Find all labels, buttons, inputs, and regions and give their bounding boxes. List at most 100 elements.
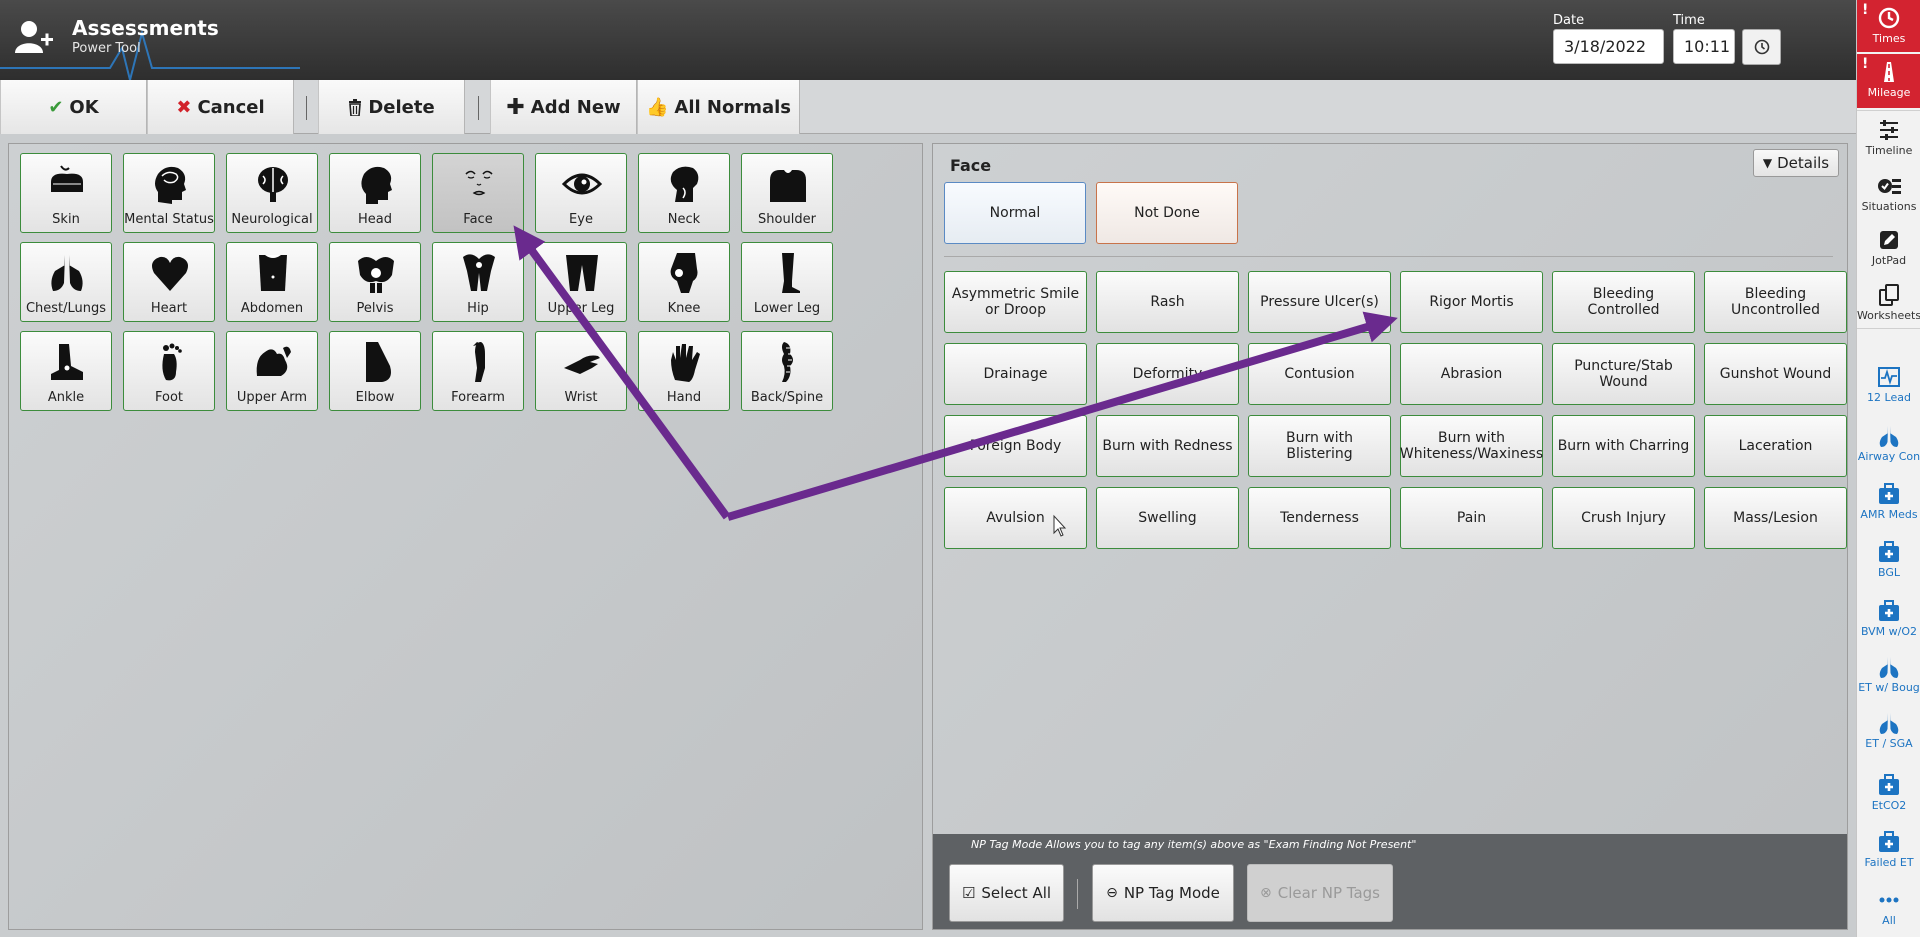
body-part-tile[interactable]: Shoulder [741, 153, 833, 233]
body-part-panel: Skin Mental Status Neurological Head Face Eye… [8, 143, 923, 930]
body-part-tile[interactable]: Knee [638, 242, 730, 322]
sidebar-item[interactable]: BGL [1857, 532, 1920, 584]
body-part-tile[interactable]: Forearm [432, 331, 524, 411]
body-part-tile[interactable]: Mental Status [123, 153, 215, 233]
body-part-label: Lower Leg [753, 301, 821, 316]
ankle-icon [51, 344, 83, 380]
body-part-tile[interactable]: Hip [432, 242, 524, 322]
sidebar-item[interactable]: JotPad [1857, 220, 1920, 272]
finding-button[interactable]: Bleeding Controlled [1552, 271, 1695, 333]
finding-button[interactable]: Contusion [1248, 343, 1391, 405]
set-now-button[interactable] [1742, 29, 1781, 65]
body-part-tile[interactable]: Skin [20, 153, 112, 233]
body-part-tile[interactable]: Upper Arm [226, 331, 318, 411]
add-new-button[interactable]: ✚ Add New [490, 80, 637, 134]
body-part-tile[interactable]: Neck [638, 153, 730, 233]
date-field[interactable]: 3/18/2022 [1553, 29, 1664, 64]
sidebar-item[interactable]: Situations [1857, 166, 1920, 218]
finding-button[interactable]: Pain [1400, 487, 1543, 549]
normal-button[interactable]: Normal [944, 182, 1086, 244]
spine-icon [782, 342, 793, 382]
body-part-tile[interactable]: Back/Spine [741, 331, 833, 411]
all-normals-button[interactable]: 👍 All Normals [637, 80, 800, 134]
clear-np-tags-button[interactable]: ⊗ Clear NP Tags [1247, 864, 1393, 922]
finding-button[interactable]: Drainage [944, 343, 1087, 405]
heart-icon [152, 256, 188, 291]
finding-button[interactable]: Laceration [1704, 415, 1847, 477]
finding-button[interactable]: Gunshot Wound [1704, 343, 1847, 405]
hand-icon [671, 344, 700, 382]
finding-button[interactable]: Pressure Ulcer(s) [1248, 271, 1391, 333]
finding-button[interactable]: Burn with Redness [1096, 415, 1239, 477]
sidebar-item[interactable]: Failed ET [1857, 822, 1920, 874]
sidebar-item-label: All [1882, 914, 1896, 927]
body-part-tile[interactable]: Upper Leg [535, 242, 627, 322]
body-part-tile[interactable]: Elbow [329, 331, 421, 411]
finding-button[interactable]: Puncture/Stab Wound [1552, 343, 1695, 405]
ok-button[interactable]: ✔ OK [0, 80, 147, 134]
sidebar-item[interactable]: 12 Lead [1857, 357, 1920, 407]
cancel-button[interactable]: ✖ Cancel [147, 80, 294, 134]
finding-button[interactable]: Rash [1096, 271, 1239, 333]
body-part-tile[interactable]: Eye [535, 153, 627, 233]
sidebar-item[interactable]: ET w/ Boug [1857, 647, 1920, 697]
lungs-icon [51, 255, 83, 291]
body-part-tile[interactable]: Pelvis [329, 242, 421, 322]
sidebar-item[interactable]: AMR Meds [1857, 474, 1920, 526]
finding-button[interactable]: Swelling [1096, 487, 1239, 549]
finding-button[interactable]: Rigor Mortis [1400, 271, 1543, 333]
body-part-tile[interactable]: Hand [638, 331, 730, 411]
body-part-tile[interactable]: Ankle [20, 331, 112, 411]
finding-button[interactable]: Burn with Whiteness/Waxiness [1400, 415, 1543, 477]
body-part-label: Back/Spine [750, 390, 824, 405]
not-done-button[interactable]: Not Done [1096, 182, 1238, 244]
time-field[interactable]: 10:11 [1673, 29, 1735, 64]
finding-button[interactable]: Foreign Body [944, 415, 1087, 477]
body-part-label: Skin [52, 212, 80, 227]
delete-button[interactable]: Delete [318, 80, 465, 134]
sidebar-item-label: EtCO2 [1871, 799, 1907, 812]
sidebar-item[interactable]: EtCO2 [1857, 765, 1920, 815]
sidebar-item[interactable]: All [1857, 880, 1920, 934]
body-part-tile[interactable]: Lower Leg [741, 242, 833, 322]
finding-button[interactable]: Deformity [1096, 343, 1239, 405]
finding-button[interactable]: Avulsion [944, 487, 1087, 549]
body-part-tile[interactable]: Chest/Lungs [20, 242, 112, 322]
sidebar-item[interactable]: BVM w/O2 [1857, 591, 1920, 641]
sidebar-divider [1857, 328, 1920, 329]
sidebar-item[interactable]: Airway Con [1857, 416, 1920, 468]
select-all-button[interactable]: ☑ Select All [949, 864, 1064, 922]
finding-button[interactable]: Burn with Blistering [1248, 415, 1391, 477]
face-icon [465, 170, 493, 196]
finding-button[interactable]: Crush Injury [1552, 487, 1695, 549]
body-part-label: Upper Leg [547, 301, 615, 316]
finding-button[interactable]: Burn with Charring [1552, 415, 1695, 477]
body-part-label: Mental Status [124, 212, 214, 227]
sidebar-item[interactable]: ! Mileage [1857, 54, 1920, 108]
body-part-label: Hip [467, 301, 489, 316]
finding-button[interactable]: Bleeding Uncontrolled [1704, 271, 1847, 333]
body-part-label: Upper Arm [236, 390, 308, 405]
np-tag-mode-button[interactable]: ⊖ NP Tag Mode [1092, 864, 1234, 922]
body-part-tile[interactable]: Heart [123, 242, 215, 322]
finding-button[interactable]: Tenderness [1248, 487, 1391, 549]
body-part-tile[interactable]: Foot [123, 331, 215, 411]
body-part-tile[interactable]: Wrist [535, 331, 627, 411]
body-part-tile[interactable]: Face [432, 153, 524, 233]
thumbs-up-icon: 👍 [645, 96, 669, 118]
body-part-tile[interactable]: Abdomen [226, 242, 318, 322]
sidebar-item[interactable]: ! Times [1857, 0, 1920, 52]
finding-button[interactable]: Asymmetric Smile or Droop [944, 271, 1087, 333]
shoulder-icon [770, 170, 806, 202]
sidebar-item[interactable]: ET / SGA [1857, 703, 1920, 755]
finding-button[interactable]: Mass/Lesion [1704, 487, 1847, 549]
sidebar-item[interactable]: Timeline [1857, 110, 1920, 164]
body-part-tile[interactable]: Head [329, 153, 421, 233]
sidebar-item[interactable]: Worksheets [1857, 275, 1920, 329]
body-part-tile[interactable]: Neurological [226, 153, 318, 233]
details-button[interactable]: ▼ Details [1753, 149, 1839, 177]
finding-button[interactable]: Abrasion [1400, 343, 1543, 405]
body-part-label: Shoulder [758, 212, 816, 227]
body-part-label: Neck [667, 212, 701, 227]
sidebar-item-label: Situations [1861, 200, 1917, 213]
